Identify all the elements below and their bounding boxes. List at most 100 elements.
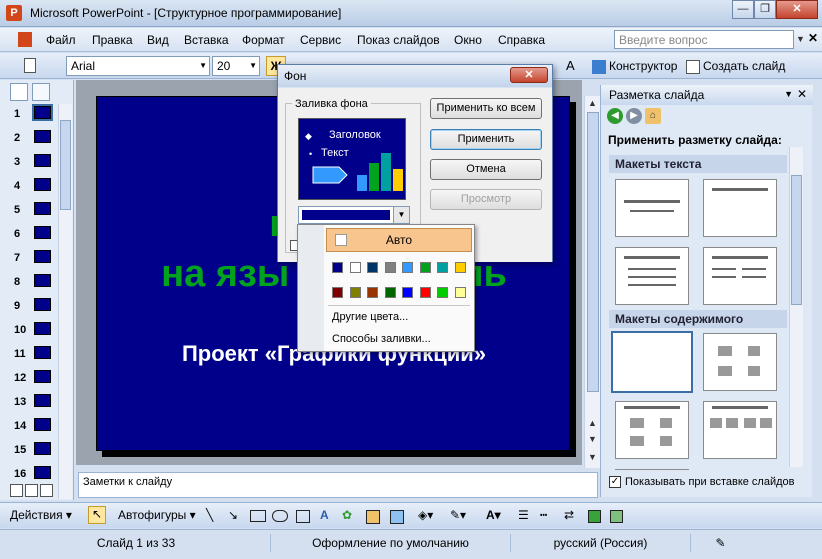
color-swatch[interactable] [454, 287, 466, 298]
line-style-icon[interactable]: ☰ [518, 508, 529, 522]
chevron-down-icon[interactable]: ▼ [784, 89, 793, 99]
slide-thumbnail[interactable] [34, 298, 51, 311]
layout-two-columns[interactable] [703, 247, 777, 305]
autoshapes-menu[interactable]: Автофигуры ▾ [118, 508, 196, 522]
notes-area[interactable]: Заметки к слайду [78, 472, 598, 498]
chevron-down-icon[interactable]: ▼ [796, 34, 805, 44]
scroll-thumb[interactable] [587, 112, 599, 392]
color-swatch[interactable] [332, 262, 343, 273]
checkbox-box[interactable]: ✓ [609, 476, 621, 489]
slide-thumbnail[interactable] [34, 418, 51, 431]
slide-thumbnail[interactable] [34, 274, 51, 287]
textbox-icon[interactable] [296, 510, 310, 523]
color-swatch[interactable] [384, 262, 396, 273]
arrow-style-icon[interactable]: ⇄ [564, 508, 574, 522]
color-swatch[interactable] [384, 287, 396, 298]
dialog-close-button[interactable]: ✕ [510, 67, 548, 83]
slide-thumbnail[interactable] [34, 154, 51, 167]
task-pane-scrollbar[interactable] [789, 147, 803, 467]
layout-blank[interactable] [611, 331, 693, 393]
slide-thumbnail-row[interactable]: 14 [0, 416, 60, 440]
3d-style-icon[interactable] [610, 510, 623, 523]
task-pane-close-button[interactable]: ✕ [797, 87, 807, 101]
color-swatch[interactable] [367, 262, 378, 273]
document-close-button[interactable]: ✕ [808, 31, 818, 45]
prev-slide-icon[interactable]: ▲ [588, 418, 597, 428]
slide-scrollbar[interactable]: ▲ ▲ ▼ ▼ [584, 96, 600, 468]
slide-thumbnail[interactable] [34, 442, 51, 455]
window-close-button[interactable]: ✕ [776, 0, 818, 19]
tab-outline[interactable] [10, 83, 28, 101]
color-swatch[interactable] [419, 287, 431, 298]
maximize-button[interactable]: ❐ [754, 0, 776, 19]
next-slide-icon[interactable]: ▼ [588, 434, 597, 444]
oval-icon[interactable] [272, 510, 288, 522]
color-swatch[interactable] [437, 287, 448, 298]
apply-all-button[interactable]: Применить ко всем [430, 98, 542, 119]
slide-thumbnail[interactable] [34, 250, 51, 263]
color-swatch[interactable] [402, 262, 413, 273]
menu-window[interactable]: Окно [454, 33, 482, 47]
sorter-view-button[interactable] [25, 484, 38, 497]
select-pointer-icon[interactable]: ↖ [88, 506, 106, 524]
layout-title-two-content[interactable] [703, 401, 777, 459]
font-color-button[interactable]: A [566, 56, 582, 76]
menu-format[interactable]: Формат [242, 33, 285, 47]
layout-title-slide[interactable] [615, 179, 689, 237]
layout-title-only[interactable] [703, 179, 777, 237]
slide-thumbnail[interactable] [34, 226, 51, 239]
slide-thumbnail-row[interactable]: 9 [0, 296, 60, 320]
rectangle-icon[interactable] [250, 510, 266, 522]
slide-thumbnail-row[interactable]: 6 [0, 224, 60, 248]
slide-thumbnail-row[interactable]: 11 [0, 344, 60, 368]
slide-thumbnail[interactable] [34, 202, 51, 215]
fill-color-icon[interactable]: ◈▾ [418, 508, 433, 522]
slide-thumbnail-row[interactable]: 8 [0, 272, 60, 296]
color-swatch[interactable] [332, 287, 343, 298]
document-icon[interactable] [18, 32, 32, 47]
slide-thumbnail-row[interactable]: 2 [0, 128, 60, 152]
menu-view[interactable]: Вид [147, 33, 169, 47]
picture-icon[interactable] [390, 510, 404, 524]
new-slide-button[interactable]: Создать слайд [686, 56, 785, 76]
fill-color-dropdown[interactable]: ▼ [298, 206, 410, 224]
scroll-thumb[interactable] [791, 175, 802, 305]
slide-thumbnail-row[interactable]: 5 [0, 200, 60, 224]
font-size-select[interactable]: 20 ▼ [212, 56, 260, 76]
slide-thumbnail[interactable] [34, 394, 51, 407]
scroll-up-icon[interactable]: ▲ [588, 98, 597, 108]
chevron-down-icon[interactable]: ▼ [393, 207, 409, 223]
slide-thumbnail[interactable] [34, 370, 51, 383]
line-icon[interactable]: ╲ [206, 508, 213, 522]
color-swatch[interactable] [349, 287, 361, 298]
slide-thumbnail[interactable] [34, 346, 51, 359]
arrow-icon[interactable]: ↘ [228, 508, 238, 522]
menu-tools[interactable]: Сервис [300, 33, 341, 47]
cancel-button[interactable]: Отмена [430, 159, 542, 180]
scroll-down-icon[interactable]: ▼ [588, 452, 597, 462]
layout-content[interactable] [703, 333, 777, 391]
tab-slides[interactable] [32, 83, 50, 101]
shadow-style-icon[interactable] [588, 510, 601, 523]
home-icon[interactable]: ⌂ [645, 108, 661, 124]
slide-thumbnail[interactable] [32, 104, 53, 121]
slide-thumbnail-row[interactable]: 1 [0, 104, 60, 128]
slide-thumbnail-row[interactable]: 10 [0, 320, 60, 344]
ask-question-input[interactable]: Введите вопрос [614, 30, 794, 49]
scroll-thumb[interactable] [60, 120, 71, 210]
apply-button[interactable]: Применить [430, 129, 542, 150]
diagram-icon[interactable]: ✿ [342, 508, 352, 522]
slides-scrollbar[interactable] [58, 104, 72, 499]
color-swatch[interactable] [367, 287, 378, 298]
slide-thumbnail-row[interactable]: 3 [0, 152, 60, 176]
layout-title-content[interactable] [615, 401, 689, 459]
forward-icon[interactable]: ▶ [626, 108, 642, 124]
menu-help[interactable]: Справка [498, 33, 545, 47]
font-select[interactable]: Arial ▼ [66, 56, 210, 76]
clipart-icon[interactable] [366, 510, 380, 524]
menu-file[interactable]: Файл [46, 33, 76, 47]
show-on-insert-checkbox[interactable]: ✓ Показывать при вставке слайдов [609, 476, 795, 489]
color-swatch[interactable] [437, 262, 448, 273]
slide-thumbnail-row[interactable]: 7 [0, 248, 60, 272]
auto-color-item[interactable]: Авто [326, 228, 472, 252]
